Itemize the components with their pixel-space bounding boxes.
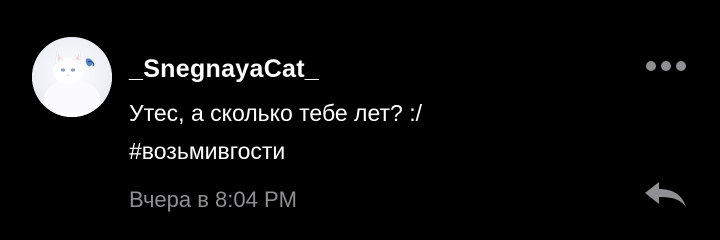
timestamp: Вчера в 8:04 PM <box>129 187 297 212</box>
comment-item: _SnegnayaCat_ Утес, а сколько тебе лет? … <box>0 0 720 240</box>
username[interactable]: _SnegnayaCat_ <box>129 52 319 86</box>
cat-avatar-image <box>32 37 112 117</box>
reply-arrow-icon <box>645 182 686 207</box>
comment-hashtag[interactable]: #возьмивгости <box>129 132 609 170</box>
comment-text-line: Утес, а сколько тебе лет? :/ <box>129 100 423 126</box>
more-dots-icon <box>646 61 656 71</box>
more-dot <box>676 61 686 71</box>
more-dot <box>661 61 671 71</box>
avatar[interactable] <box>32 37 112 117</box>
more-options-button[interactable] <box>640 54 692 78</box>
comment-text: Утес, а сколько тебе лет? :/ #возьмивгос… <box>129 94 609 170</box>
reply-button[interactable] <box>642 180 688 210</box>
